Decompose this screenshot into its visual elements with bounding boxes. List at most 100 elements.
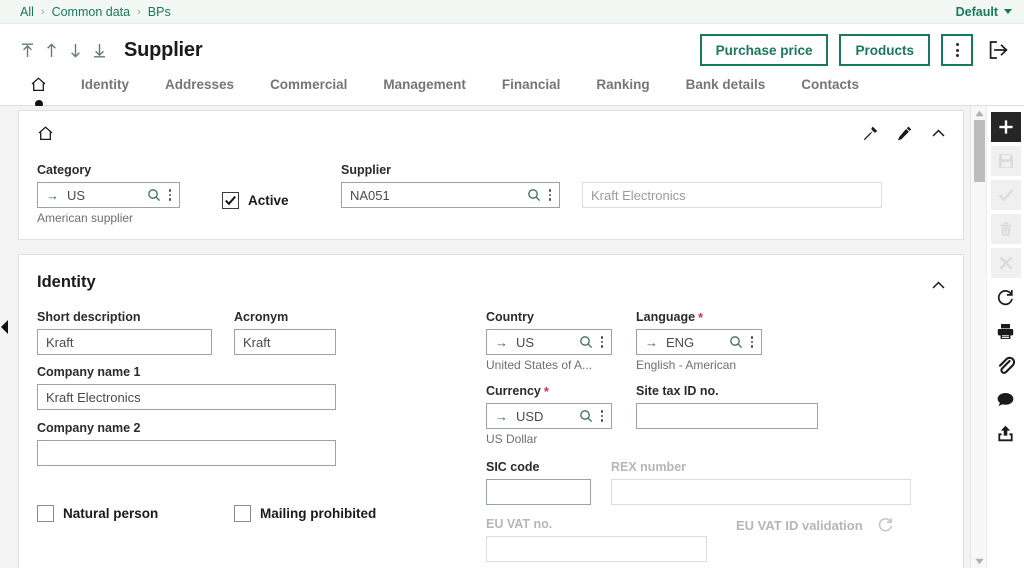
kebab-icon[interactable] bbox=[167, 189, 174, 201]
check-icon bbox=[990, 180, 1021, 210]
kebab-icon bbox=[955, 43, 959, 57]
kebab-icon[interactable] bbox=[599, 336, 606, 348]
tab-home[interactable] bbox=[30, 76, 47, 108]
identity-card: Identity Short description Acronym bbox=[18, 254, 964, 568]
field-natural-person[interactable]: Natural person bbox=[37, 505, 158, 522]
company-name-1-input[interactable] bbox=[37, 384, 336, 410]
language-input[interactable]: → bbox=[636, 329, 762, 355]
tab-contacts[interactable]: Contacts bbox=[801, 76, 859, 99]
supplier-code-input[interactable] bbox=[341, 182, 560, 208]
purchase-price-button[interactable]: Purchase price bbox=[699, 34, 829, 66]
field-eu-vat-no: EU VAT no. bbox=[486, 516, 707, 562]
category-input[interactable]: → bbox=[37, 182, 180, 208]
company-name-2-value[interactable] bbox=[46, 445, 327, 461]
chevron-up-icon[interactable] bbox=[930, 277, 947, 294]
panel-collapse-handle[interactable] bbox=[1, 318, 9, 336]
exit-button[interactable] bbox=[986, 37, 1012, 63]
sic-code-input[interactable] bbox=[486, 479, 591, 505]
link-arrow-icon[interactable]: → bbox=[495, 335, 508, 350]
kebab-icon[interactable] bbox=[599, 410, 606, 422]
previous-record-icon[interactable] bbox=[44, 42, 59, 59]
breadcrumb-item-bps[interactable]: BPs bbox=[148, 5, 171, 19]
refresh-icon[interactable] bbox=[991, 282, 1021, 312]
identity-section-title: Identity bbox=[37, 273, 96, 291]
eu-vat-no-label: EU VAT no. bbox=[486, 517, 553, 531]
pin-icon[interactable] bbox=[862, 125, 879, 142]
short-description-input[interactable] bbox=[37, 329, 212, 355]
tab-management[interactable]: Management bbox=[383, 76, 466, 99]
search-icon[interactable] bbox=[579, 409, 593, 423]
supplier-code-value[interactable] bbox=[348, 187, 527, 203]
search-icon[interactable] bbox=[147, 188, 161, 202]
tab-addresses[interactable]: Addresses bbox=[165, 76, 234, 99]
breadcrumb-item-common-data[interactable]: Common data bbox=[52, 5, 131, 19]
natural-person-checkbox[interactable] bbox=[37, 505, 54, 522]
field-short-description: Short description bbox=[37, 309, 212, 355]
field-country: Country → United States of A... bbox=[486, 309, 612, 372]
tab-commercial[interactable]: Commercial bbox=[270, 76, 347, 99]
site-tax-id-value[interactable] bbox=[645, 408, 809, 424]
site-tax-id-input[interactable] bbox=[636, 403, 818, 429]
category-hint: American supplier bbox=[37, 211, 134, 225]
field-supplier: Supplier bbox=[341, 162, 882, 208]
currency-value[interactable] bbox=[516, 408, 579, 424]
comment-icon[interactable] bbox=[991, 384, 1021, 414]
field-company-name-1: Company name 1 bbox=[37, 364, 336, 410]
print-icon[interactable] bbox=[991, 316, 1021, 346]
country-hint: United States of A... bbox=[486, 358, 593, 372]
acronym-value[interactable] bbox=[243, 334, 327, 350]
company-name-2-input[interactable] bbox=[37, 440, 336, 466]
active-checkbox[interactable] bbox=[222, 192, 239, 209]
kebab-icon[interactable] bbox=[547, 189, 554, 201]
add-icon[interactable] bbox=[990, 112, 1021, 142]
tab-bank-details[interactable]: Bank details bbox=[686, 76, 766, 99]
search-icon[interactable] bbox=[527, 188, 541, 202]
pencil-icon[interactable] bbox=[896, 125, 913, 142]
link-arrow-icon[interactable]: → bbox=[645, 335, 658, 350]
breadcrumb-bar: All › Common data › BPs Default bbox=[0, 0, 1024, 24]
acronym-input[interactable] bbox=[234, 329, 336, 355]
scroll-up-arrow[interactable] bbox=[971, 106, 987, 120]
supplier-name-input[interactable] bbox=[582, 182, 882, 208]
link-arrow-icon[interactable]: → bbox=[46, 188, 59, 203]
required-indicator: * bbox=[543, 383, 549, 399]
tab-identity[interactable]: Identity bbox=[81, 76, 129, 99]
category-value[interactable] bbox=[67, 187, 147, 203]
scroll-down-arrow[interactable] bbox=[971, 554, 987, 568]
chevron-up-icon[interactable] bbox=[930, 125, 947, 142]
country-value[interactable] bbox=[516, 334, 579, 350]
search-icon[interactable] bbox=[579, 335, 593, 349]
sic-code-value[interactable] bbox=[495, 484, 582, 500]
first-record-icon[interactable] bbox=[20, 42, 35, 59]
currency-input[interactable]: → bbox=[486, 403, 612, 429]
field-active[interactable]: Active bbox=[222, 192, 289, 209]
short-description-value[interactable] bbox=[46, 334, 203, 350]
company-name-1-value[interactable] bbox=[46, 389, 327, 405]
last-record-icon[interactable] bbox=[92, 42, 107, 59]
tab-ranking[interactable]: Ranking bbox=[596, 76, 649, 99]
more-options-button[interactable] bbox=[941, 34, 973, 66]
country-input[interactable]: → bbox=[486, 329, 612, 355]
active-label: Active bbox=[248, 193, 289, 208]
tab-bar: Identity Addresses Commercial Management… bbox=[0, 76, 1024, 108]
company-name-1-label: Company name 1 bbox=[37, 365, 141, 379]
language-value[interactable] bbox=[666, 334, 729, 350]
field-mailing-prohibited[interactable]: Mailing prohibited bbox=[234, 505, 376, 522]
breadcrumb-item-all[interactable]: All bbox=[20, 5, 34, 19]
products-button[interactable]: Products bbox=[839, 34, 930, 66]
kebab-icon[interactable] bbox=[749, 336, 756, 348]
next-record-icon[interactable] bbox=[68, 42, 83, 59]
attachment-icon[interactable] bbox=[991, 350, 1021, 380]
scrollbar-thumb[interactable] bbox=[974, 120, 985, 182]
mailing-prohibited-checkbox[interactable] bbox=[234, 505, 251, 522]
eu-vat-id-validation-label: EU VAT ID validation bbox=[736, 518, 863, 533]
default-view-selector[interactable]: Default bbox=[956, 5, 1024, 19]
content-scrollbar[interactable] bbox=[970, 106, 986, 568]
search-icon[interactable] bbox=[729, 335, 743, 349]
tab-financial[interactable]: Financial bbox=[502, 76, 561, 99]
share-icon[interactable] bbox=[991, 418, 1021, 448]
link-arrow-icon[interactable]: → bbox=[495, 409, 508, 424]
supplier-name-value[interactable] bbox=[589, 187, 875, 203]
title-row: Supplier Purchase price Products bbox=[0, 24, 1024, 76]
country-label: Country bbox=[486, 310, 534, 324]
